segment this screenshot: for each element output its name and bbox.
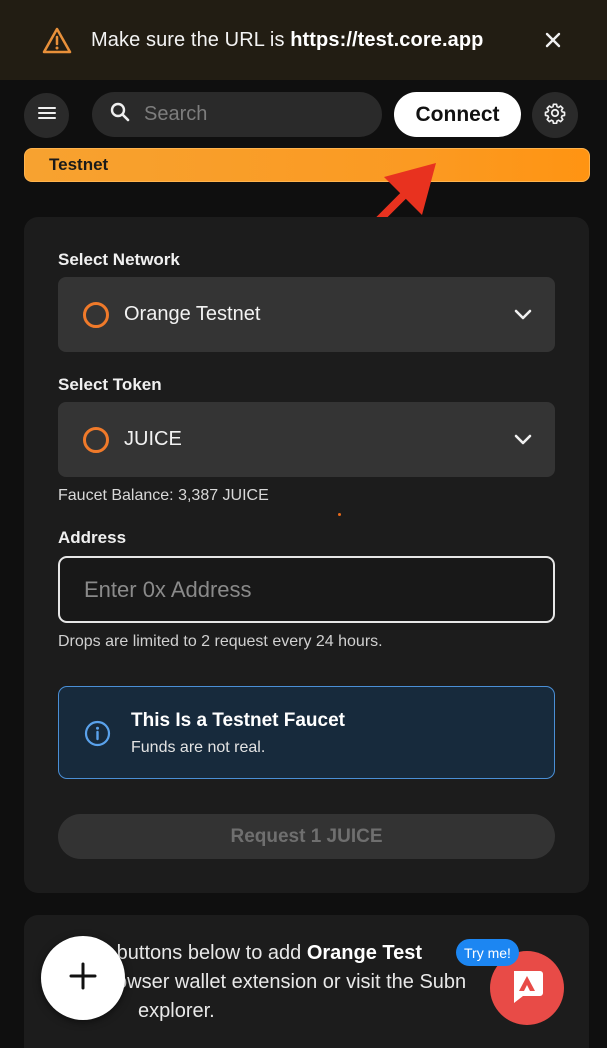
- connect-button[interactable]: Connect: [394, 92, 521, 137]
- top-header: Connect: [0, 80, 607, 150]
- settings-button[interactable]: [532, 92, 578, 138]
- plus-icon: [68, 961, 98, 996]
- testnet-indicator: Testnet: [24, 148, 590, 182]
- drop-limit-note: Drops are limited to 2 request every 24 …: [58, 633, 383, 650]
- loading-dot: [338, 513, 341, 516]
- add-network-line1-bold: Orange Test: [306, 942, 423, 964]
- url-warning-url: https://test.core.app: [290, 28, 484, 51]
- address-input[interactable]: [84, 576, 524, 603]
- url-warning-banner: Make sure the URL is https://test.core.a…: [0, 0, 607, 80]
- chevron-down-icon: [513, 305, 533, 325]
- assistant-logo-icon: [508, 967, 546, 1010]
- close-icon[interactable]: [543, 30, 563, 50]
- search-icon: [110, 102, 130, 127]
- info-subtitle: Funds are not real.: [131, 739, 266, 756]
- network-ring-icon: [83, 301, 109, 328]
- info-title: This Is a Testnet Faucet: [131, 710, 345, 731]
- token-select[interactable]: JUICE: [58, 402, 555, 477]
- network-select[interactable]: Orange Testnet: [58, 277, 555, 352]
- token-value: JUICE: [124, 428, 182, 450]
- info-icon: [84, 720, 111, 747]
- faucet-card: Select Network Orange Testnet Select Tok…: [24, 217, 589, 893]
- testnet-info-box: This Is a Testnet Faucet Funds are not r…: [58, 686, 555, 779]
- faucet-balance: Faucet Balance: 3,387 JUICE: [58, 487, 269, 504]
- address-label: Address: [58, 528, 127, 547]
- add-network-line1: e buttons below to add: [100, 942, 307, 964]
- gear-icon: [544, 102, 566, 129]
- request-button[interactable]: Request 1 JUICE: [58, 814, 555, 859]
- add-fab-button[interactable]: [41, 936, 125, 1020]
- token-ring-icon: [83, 426, 109, 453]
- search-input[interactable]: [144, 103, 364, 126]
- hamburger-menu-icon: [37, 105, 57, 126]
- url-warning-prefix: Make sure the URL is: [91, 28, 291, 51]
- menu-button[interactable]: [24, 93, 69, 138]
- search-box[interactable]: [92, 92, 382, 137]
- select-token-label: Select Token: [58, 375, 162, 394]
- address-field[interactable]: [58, 556, 555, 623]
- chevron-down-icon: [513, 430, 533, 450]
- warning-triangle-icon: [42, 26, 74, 54]
- select-network-label: Select Network: [58, 250, 180, 269]
- url-warning-message: Make sure the URL is https://test.core.a…: [91, 29, 483, 52]
- try-me-badge[interactable]: Try me!: [456, 939, 519, 966]
- network-value: Orange Testnet: [124, 303, 261, 325]
